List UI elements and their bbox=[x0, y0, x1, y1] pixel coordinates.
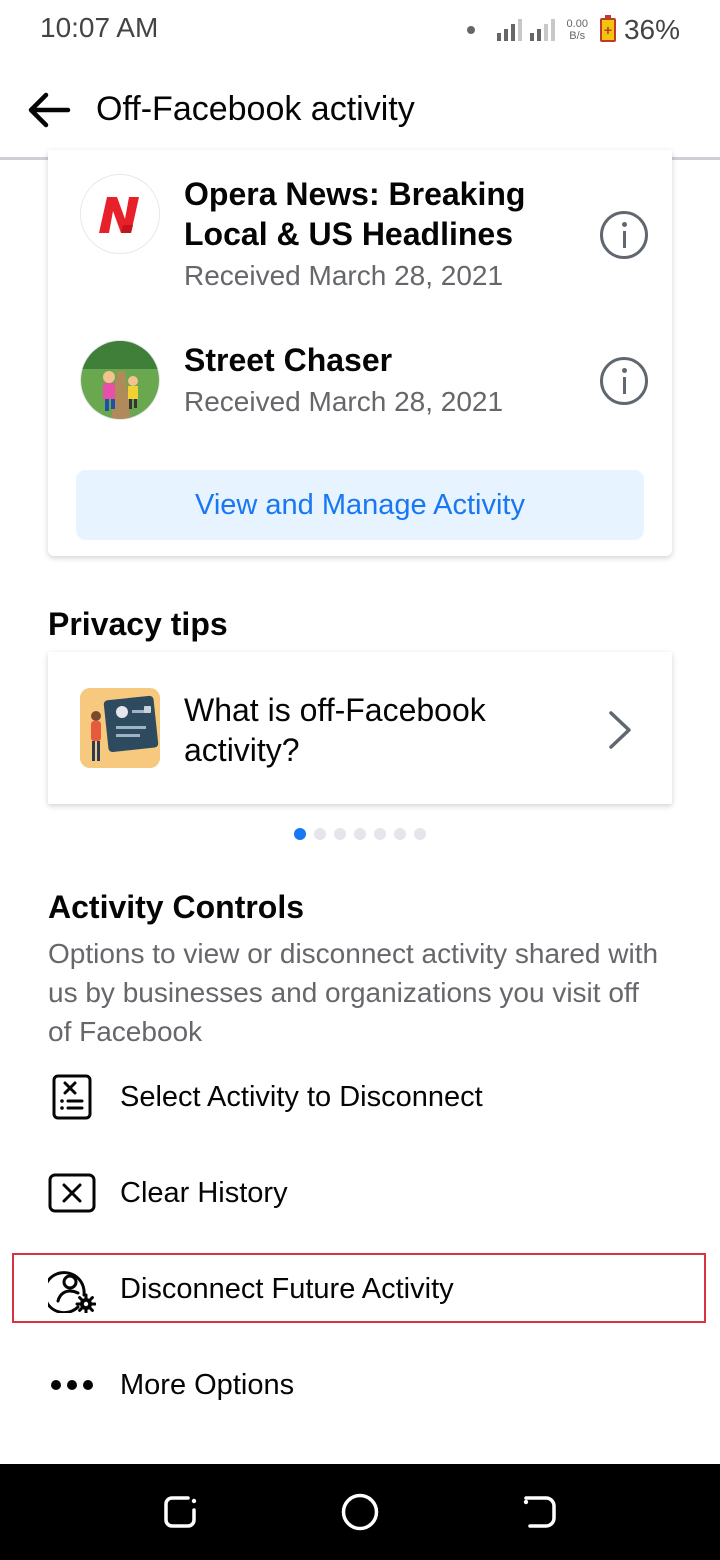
clear-history-option[interactable]: Clear History bbox=[48, 1163, 688, 1223]
info-icon[interactable] bbox=[600, 357, 648, 405]
option-label: More Options bbox=[120, 1368, 295, 1401]
carousel-dot bbox=[354, 828, 366, 840]
signal-1-icon bbox=[496, 19, 522, 41]
street-chaser-logo-icon bbox=[80, 340, 160, 420]
network-speed: 0.00 B/s bbox=[567, 18, 588, 42]
battery-icon: + bbox=[599, 15, 616, 42]
info-icon[interactable] bbox=[600, 211, 648, 259]
back-nav-icon bbox=[523, 1496, 556, 1528]
carousel-dot bbox=[414, 828, 426, 840]
carousel-dot bbox=[314, 828, 326, 840]
home-circle-icon bbox=[341, 1493, 379, 1531]
opera-news-logo-icon bbox=[80, 174, 160, 254]
network-speed-value: 0.00 bbox=[566, 18, 588, 30]
carousel-dot bbox=[294, 828, 306, 840]
activity-item-title: Opera News: Breaking Local & US Headline… bbox=[184, 176, 526, 252]
recent-apps-button[interactable] bbox=[160, 1492, 200, 1532]
select-activity-to-disconnect-option[interactable]: Select Activity to Disconnect bbox=[48, 1067, 688, 1127]
activity-item-title: Street Chaser bbox=[184, 342, 393, 378]
page-title: Off-Facebook activity bbox=[96, 90, 415, 128]
view-and-manage-activity-button[interactable]: View and Manage Activity bbox=[76, 470, 644, 540]
privacy-tip-illustration-icon bbox=[80, 688, 160, 768]
network-speed-unit: B/s bbox=[569, 30, 586, 42]
more-options-option[interactable]: More Options bbox=[48, 1355, 688, 1415]
status-bar: 10:07 AM 0.00 B/s + 36% bbox=[0, 0, 720, 60]
option-label: Clear History bbox=[120, 1176, 288, 1209]
disconnect-future-activity-option[interactable]: Disconnect Future Activity bbox=[48, 1259, 688, 1319]
notification-dot-icon bbox=[466, 26, 475, 34]
user-gear-icon bbox=[48, 1265, 96, 1313]
activity-item-street-chaser[interactable]: Street Chaser Received March 28, 2021 bbox=[80, 340, 648, 430]
more-dots-icon bbox=[48, 1361, 96, 1409]
carousel-dot bbox=[334, 828, 346, 840]
document-x-icon bbox=[48, 1073, 96, 1121]
recent-activity-card: Opera News: Breaking Local & US Headline… bbox=[48, 150, 672, 556]
home-button[interactable] bbox=[340, 1492, 380, 1532]
back-nav-button[interactable] bbox=[520, 1492, 560, 1532]
status-indicators: 0.00 B/s + 36% bbox=[466, 12, 680, 48]
activity-controls-description: Options to view or disconnect activity s… bbox=[48, 938, 659, 1047]
clear-box-icon bbox=[48, 1169, 96, 1217]
carousel-page-indicator bbox=[294, 828, 426, 840]
status-time: 10:07 AM bbox=[40, 12, 159, 43]
privacy-tip-text: What is off-Facebook activity? bbox=[184, 692, 486, 768]
privacy-tip-card[interactable]: What is off-Facebook activity? bbox=[48, 652, 672, 804]
option-label: Select Activity to Disconnect bbox=[120, 1080, 483, 1113]
battery-percent: 36% bbox=[623, 14, 680, 45]
back-button[interactable] bbox=[24, 86, 72, 134]
arrow-left-icon bbox=[28, 92, 71, 128]
option-label: Disconnect Future Activity bbox=[120, 1272, 454, 1305]
signal-2-icon bbox=[529, 19, 555, 41]
activity-item-date: Received March 28, 2021 bbox=[184, 386, 504, 417]
carousel-dot bbox=[394, 828, 406, 840]
activity-controls-heading: Activity Controls bbox=[48, 889, 305, 925]
recent-apps-icon bbox=[164, 1496, 197, 1528]
activity-item-date: Received March 28, 2021 bbox=[184, 260, 504, 291]
chevron-right-icon bbox=[609, 711, 631, 749]
activity-item-opera-news[interactable]: Opera News: Breaking Local & US Headline… bbox=[80, 174, 648, 304]
privacy-tips-heading: Privacy tips bbox=[48, 606, 228, 642]
app-bar: Off-Facebook activity bbox=[0, 60, 720, 160]
system-navigation-bar bbox=[0, 1464, 720, 1560]
carousel-dot bbox=[374, 828, 386, 840]
